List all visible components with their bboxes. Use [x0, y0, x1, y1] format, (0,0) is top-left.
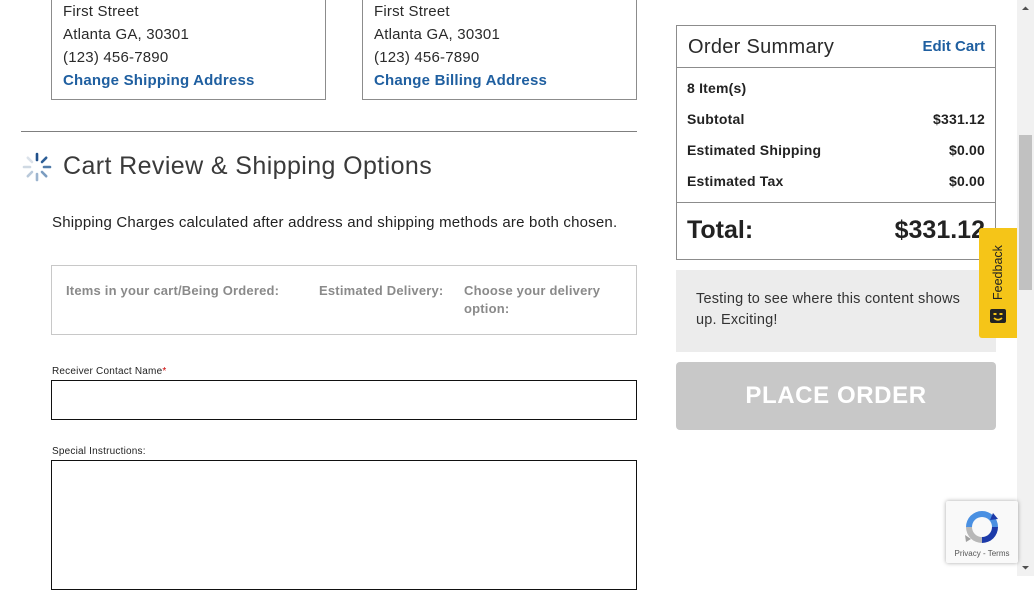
- receiver-contact-label: Receiver Contact Name*: [52, 366, 166, 377]
- billing-city: Atlanta GA, 30301: [374, 26, 500, 43]
- items-count: 8 Item(s): [687, 80, 747, 96]
- promo-content-block: Testing to see where this content shows …: [676, 270, 996, 352]
- feedback-tab[interactable]: Feedback: [979, 228, 1017, 338]
- place-order-button[interactable]: PLACE ORDER: [676, 362, 996, 430]
- section-divider: [21, 131, 637, 132]
- feedback-label-text: Feedback: [991, 244, 1005, 300]
- feedback-label: Feedback: [991, 244, 1005, 300]
- estimated-tax-value: $0.00: [948, 173, 985, 189]
- receiver-contact-name-input[interactable]: [51, 380, 637, 420]
- total-divider: [677, 202, 995, 203]
- special-instructions-label: Special Instructions:: [52, 446, 146, 457]
- total-label: Total:: [687, 216, 754, 244]
- scroll-down-arrow-icon[interactable]: [1017, 559, 1034, 576]
- cart-items-table: Items in your cart/Being Ordered: Estima…: [51, 265, 637, 335]
- shipping-city: Atlanta GA, 30301: [63, 26, 189, 43]
- scroll-up-arrow-icon[interactable]: [1017, 0, 1034, 17]
- shipping-address-box: First Street Atlanta GA, 30301 (123) 456…: [51, 0, 326, 100]
- estimated-tax-row: Estimated Tax $0.00: [687, 173, 985, 189]
- column-header-delivery-option: Choose your delivery option:: [464, 283, 601, 316]
- estimated-tax-label: Estimated Tax: [687, 173, 784, 189]
- estimated-shipping-label: Estimated Shipping: [687, 142, 822, 158]
- shipping-street: First Street: [63, 3, 139, 20]
- estimated-shipping-value: $0.00: [948, 142, 985, 158]
- column-header-items: Items in your cart/Being Ordered:: [66, 283, 280, 298]
- required-asterisk: *: [162, 366, 167, 377]
- recaptcha-links: Privacy - Terms: [946, 549, 1018, 558]
- change-shipping-address-link[interactable]: Change Shipping Address: [63, 69, 325, 92]
- order-summary-title: Order Summary: [688, 36, 835, 58]
- subtotal-value: $331.12: [932, 111, 985, 127]
- billing-address-box: First Street Atlanta GA, 30301 (123) 456…: [362, 0, 637, 100]
- shipping-phone: (123) 456-7890: [63, 49, 169, 66]
- change-billing-address-link[interactable]: Change Billing Address: [374, 69, 636, 92]
- cart-review-title: Cart Review & Shipping Options: [63, 152, 433, 180]
- billing-street: First Street: [374, 3, 450, 20]
- subtotal-label: Subtotal: [687, 111, 745, 127]
- billing-phone: (123) 456-7890: [374, 49, 480, 66]
- special-instructions-textarea[interactable]: [51, 460, 637, 590]
- loading-spinner-icon: [22, 152, 52, 182]
- subtotal-row: Subtotal $331.12: [687, 111, 985, 127]
- total-row: Total: $331.12: [687, 216, 985, 245]
- column-header-delivery: Estimated Delivery:: [319, 283, 444, 298]
- total-value: $331.12: [894, 216, 985, 244]
- shipping-charges-note: Shipping Charges calculated after addres…: [52, 214, 618, 231]
- recaptcha-badge[interactable]: Privacy - Terms: [946, 501, 1018, 563]
- estimated-shipping-row: Estimated Shipping $0.00: [687, 142, 985, 158]
- recaptcha-terms-link[interactable]: Terms: [988, 549, 1010, 558]
- scrollbar-thumb[interactable]: [1019, 135, 1032, 290]
- order-summary-panel: Order Summary Edit Cart 8 Item(s) Subtot…: [676, 25, 996, 260]
- recaptcha-privacy-link[interactable]: Privacy: [955, 549, 981, 558]
- edit-cart-link[interactable]: Edit Cart: [922, 38, 985, 55]
- receiver-contact-label-text: Receiver Contact Name: [52, 366, 163, 377]
- summary-divider: [677, 67, 995, 68]
- recaptcha-separator: -: [980, 549, 988, 558]
- recaptcha-logo-icon: [965, 511, 998, 543]
- page-scrollbar[interactable]: [1017, 0, 1034, 576]
- feedback-face-icon: [990, 309, 1006, 323]
